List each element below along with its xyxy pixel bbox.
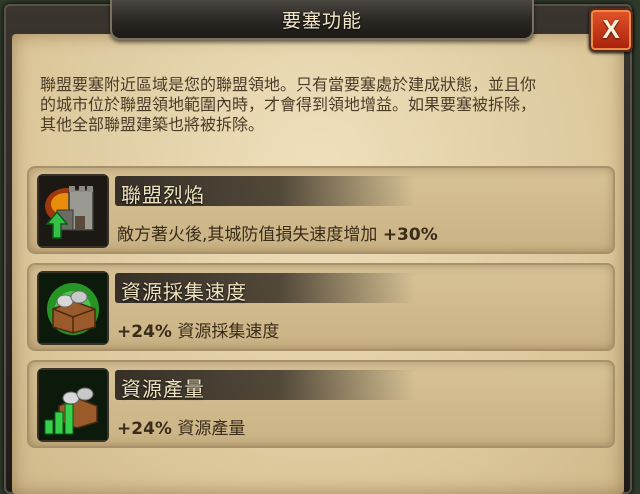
description-text: 聯盟要塞附近區域是您的聯盟領地。只有當要塞處於建成狀態，並且你 的城市位於聯盟領… <box>40 75 537 134</box>
feature-card-alliance-flame: 聯盟烈焰 敵方著火後,其城防值損失速度增加 +30% <box>27 166 615 254</box>
feature-card-gather-speed: 資源採集速度 +24% 資源採集速度 <box>27 263 615 351</box>
feature-description: +24% 資源產量 <box>117 419 246 439</box>
feature-name: 聯盟烈焰 <box>121 183 205 207</box>
close-icon: X <box>602 14 620 44</box>
resource-production-icon <box>37 368 109 442</box>
title-bar: 要塞功能 <box>110 0 534 40</box>
feature-description: 敵方著火後,其城防值損失速度增加 +30% <box>117 225 438 245</box>
feature-description: +24% 資源採集速度 <box>117 322 280 342</box>
burning-fortress-icon <box>37 174 109 248</box>
feature-name: 資源產量 <box>121 377 205 401</box>
close-button[interactable]: X <box>589 8 633 52</box>
feature-card-resource-output: 資源產量 +24% 資源產量 <box>27 360 615 448</box>
resource-crate-icon <box>37 271 109 345</box>
dialog-title: 要塞功能 <box>281 10 362 32</box>
feature-name: 資源採集速度 <box>121 280 247 304</box>
